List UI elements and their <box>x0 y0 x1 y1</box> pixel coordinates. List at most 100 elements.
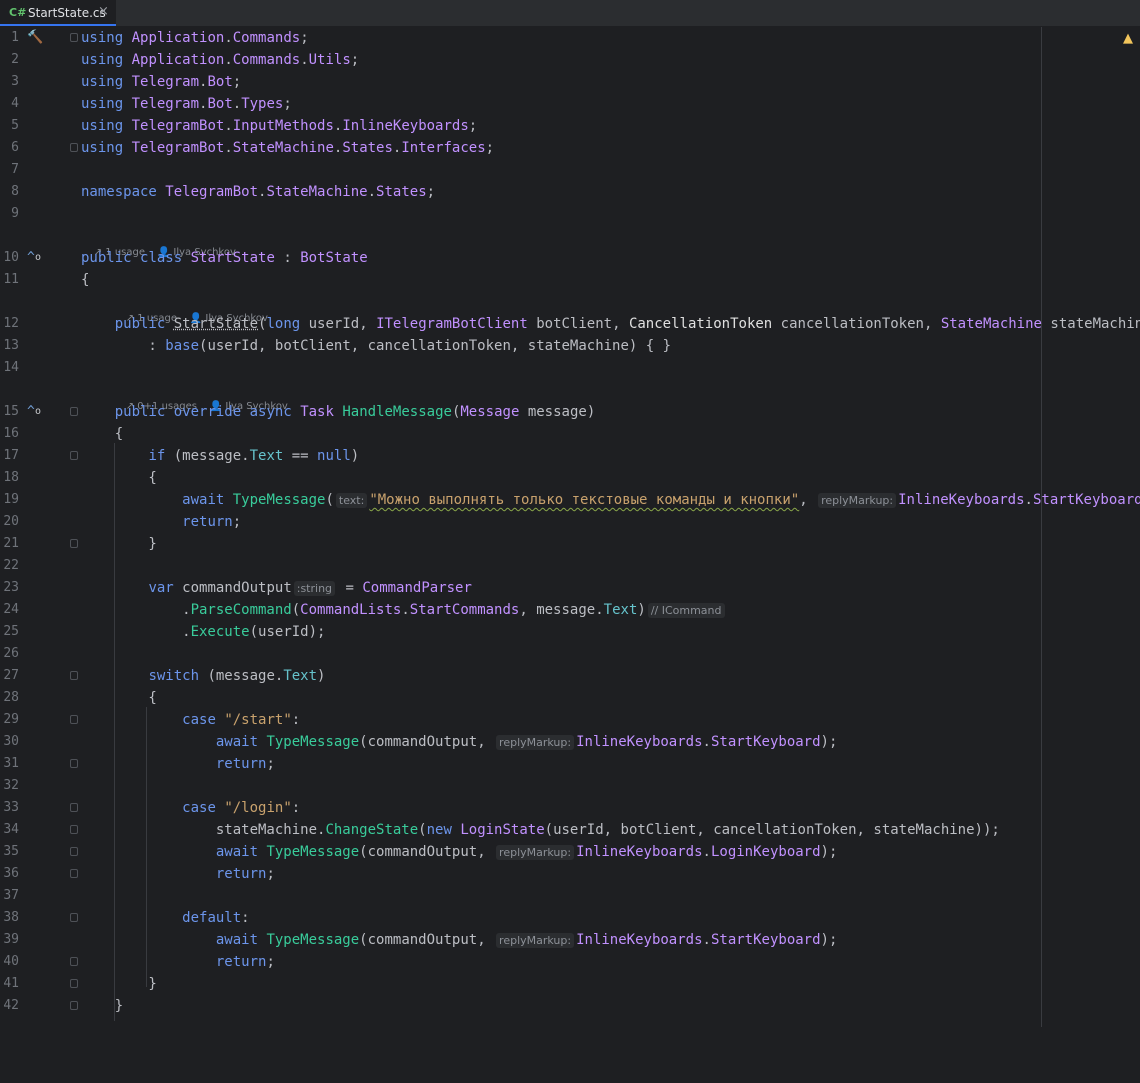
fold-marker[interactable] <box>70 913 78 922</box>
token: using <box>81 30 124 46</box>
code-line: return; <box>0 863 1140 885</box>
code-line: if (message.Text == null) <box>0 445 1140 467</box>
fold-marker[interactable] <box>70 143 78 152</box>
token: await <box>215 734 259 750</box>
line-number-row: 7 <box>0 159 1140 181</box>
token: botClient <box>536 316 613 332</box>
token: botClient <box>274 338 351 354</box>
token: userId <box>207 338 259 354</box>
token: Text <box>283 668 318 684</box>
token: commandOutput <box>367 734 478 750</box>
token: TypeMessage <box>266 932 360 948</box>
token: public <box>114 404 166 420</box>
code-line: .ParseCommand(CommandLists.StartCommands… <box>0 599 1140 621</box>
line-number-row: 26 <box>0 643 1140 665</box>
overridden-icon[interactable]: ^ <box>27 247 35 269</box>
code-line: ^ o public class StartState : BotState <box>0 247 1140 269</box>
token: StartKeyboard <box>1032 492 1140 508</box>
token: TypeMessage <box>266 734 360 750</box>
code-line: return; <box>182 514 242 530</box>
token: await <box>215 844 259 860</box>
param-hint: replyMarkup: <box>496 735 575 750</box>
code-line: using Application.Commands.Utils; <box>81 52 360 68</box>
overrides-icon[interactable]: ^ <box>27 401 35 423</box>
fold-marker[interactable] <box>70 825 78 834</box>
fold-marker[interactable] <box>70 847 78 856</box>
token: BotState <box>300 250 368 266</box>
code-line: using TelegramBot.StateMachine.States.In… <box>0 137 1140 159</box>
token: StateMachine <box>266 184 368 200</box>
token: TelegramBot <box>165 184 259 200</box>
code-editor[interactable]: 1 2 3 4 5 6 7 8 9 10 11 12 13 14 15 16 17 18 19 20 21 22 23 24 2… <box>0 27 1140 1027</box>
fold-marker[interactable] <box>70 759 78 768</box>
token: InlineKeyboards <box>342 118 469 134</box>
token: message <box>536 602 596 618</box>
fold-marker[interactable] <box>70 715 78 724</box>
line-number-row: 32 <box>0 775 1140 797</box>
code-line: } <box>0 533 1140 555</box>
token: CommandParser <box>362 580 472 596</box>
token: stateMachine <box>527 338 629 354</box>
token: botClient <box>620 822 697 838</box>
token: CommandLists <box>300 602 402 618</box>
token: commandOutput <box>367 932 478 948</box>
token: Interfaces <box>401 140 486 156</box>
implementation-icon[interactable]: o <box>35 401 41 423</box>
param-hint: text: <box>335 493 368 508</box>
fold-marker[interactable] <box>70 539 78 548</box>
fold-marker[interactable] <box>70 671 78 680</box>
token: public <box>81 250 132 266</box>
token: namespace <box>81 184 157 200</box>
fold-marker[interactable] <box>70 451 78 460</box>
codevision-hint[interactable]: ↗ 0+1 usages 👤 Ilya Sychkov <box>113 383 288 412</box>
fold-marker[interactable] <box>70 957 78 966</box>
token: InlineKeyboards <box>898 492 1025 508</box>
token: Message <box>460 404 520 420</box>
token: LoginKeyboard <box>710 844 821 860</box>
token: return <box>215 756 267 772</box>
fold-marker[interactable] <box>70 869 78 878</box>
fold-marker[interactable] <box>70 979 78 988</box>
fold-marker[interactable] <box>70 407 78 416</box>
token: userId <box>258 624 309 640</box>
token: return <box>215 866 267 882</box>
code-line: switch (message.Text) <box>0 665 1140 687</box>
code-line: using Telegram.Bot; <box>81 74 242 90</box>
token: long <box>266 316 301 332</box>
token: StateMachine <box>940 316 1042 332</box>
code-line: 🔨 using Application.Commands; <box>0 27 1140 49</box>
tab-startstate-cs[interactable]: C# StartState.cs × <box>0 0 116 26</box>
token: cancellationToken <box>780 316 924 332</box>
code-line: await TypeMessage(commandOutput, replyMa… <box>215 932 838 948</box>
token: message <box>215 668 275 684</box>
chain-hint: // ICommand <box>647 603 725 618</box>
code-line: case "/start": <box>0 709 1140 731</box>
token: "/start" <box>224 712 292 728</box>
close-icon[interactable]: × <box>98 4 109 19</box>
token: new <box>426 822 452 838</box>
implementation-icon[interactable]: o <box>35 247 41 269</box>
token: default <box>182 910 242 926</box>
token: TypeMessage <box>266 844 360 860</box>
code-line: { <box>81 426 124 442</box>
token: override <box>173 404 242 420</box>
code-line: var commandOutput:string = CommandParser <box>148 580 472 596</box>
token: stateMachine <box>215 822 318 838</box>
token: return <box>182 514 233 530</box>
codevision-hint[interactable]: ↗ 1 usage 👤 Ilya Sychkov <box>113 295 268 324</box>
csharp-file-icon: C# <box>9 6 27 19</box>
token: States <box>376 184 427 200</box>
token: await <box>182 492 225 508</box>
fold-marker[interactable] <box>70 803 78 812</box>
fold-marker[interactable] <box>70 1001 78 1010</box>
token: LoginState <box>460 822 545 838</box>
token: null <box>317 448 351 464</box>
hammer-icon[interactable]: 🔨 <box>27 27 43 49</box>
token: message <box>527 404 587 420</box>
token: Application <box>131 52 225 68</box>
code-line: ^ o public override async Task HandleMess… <box>0 401 1140 423</box>
token: stateMachine <box>1050 316 1140 332</box>
codevision-hint[interactable]: ↗ 1 usage 👤 Ilya Sychkov <box>81 229 236 258</box>
token: using <box>81 96 124 112</box>
fold-marker[interactable] <box>70 33 78 42</box>
